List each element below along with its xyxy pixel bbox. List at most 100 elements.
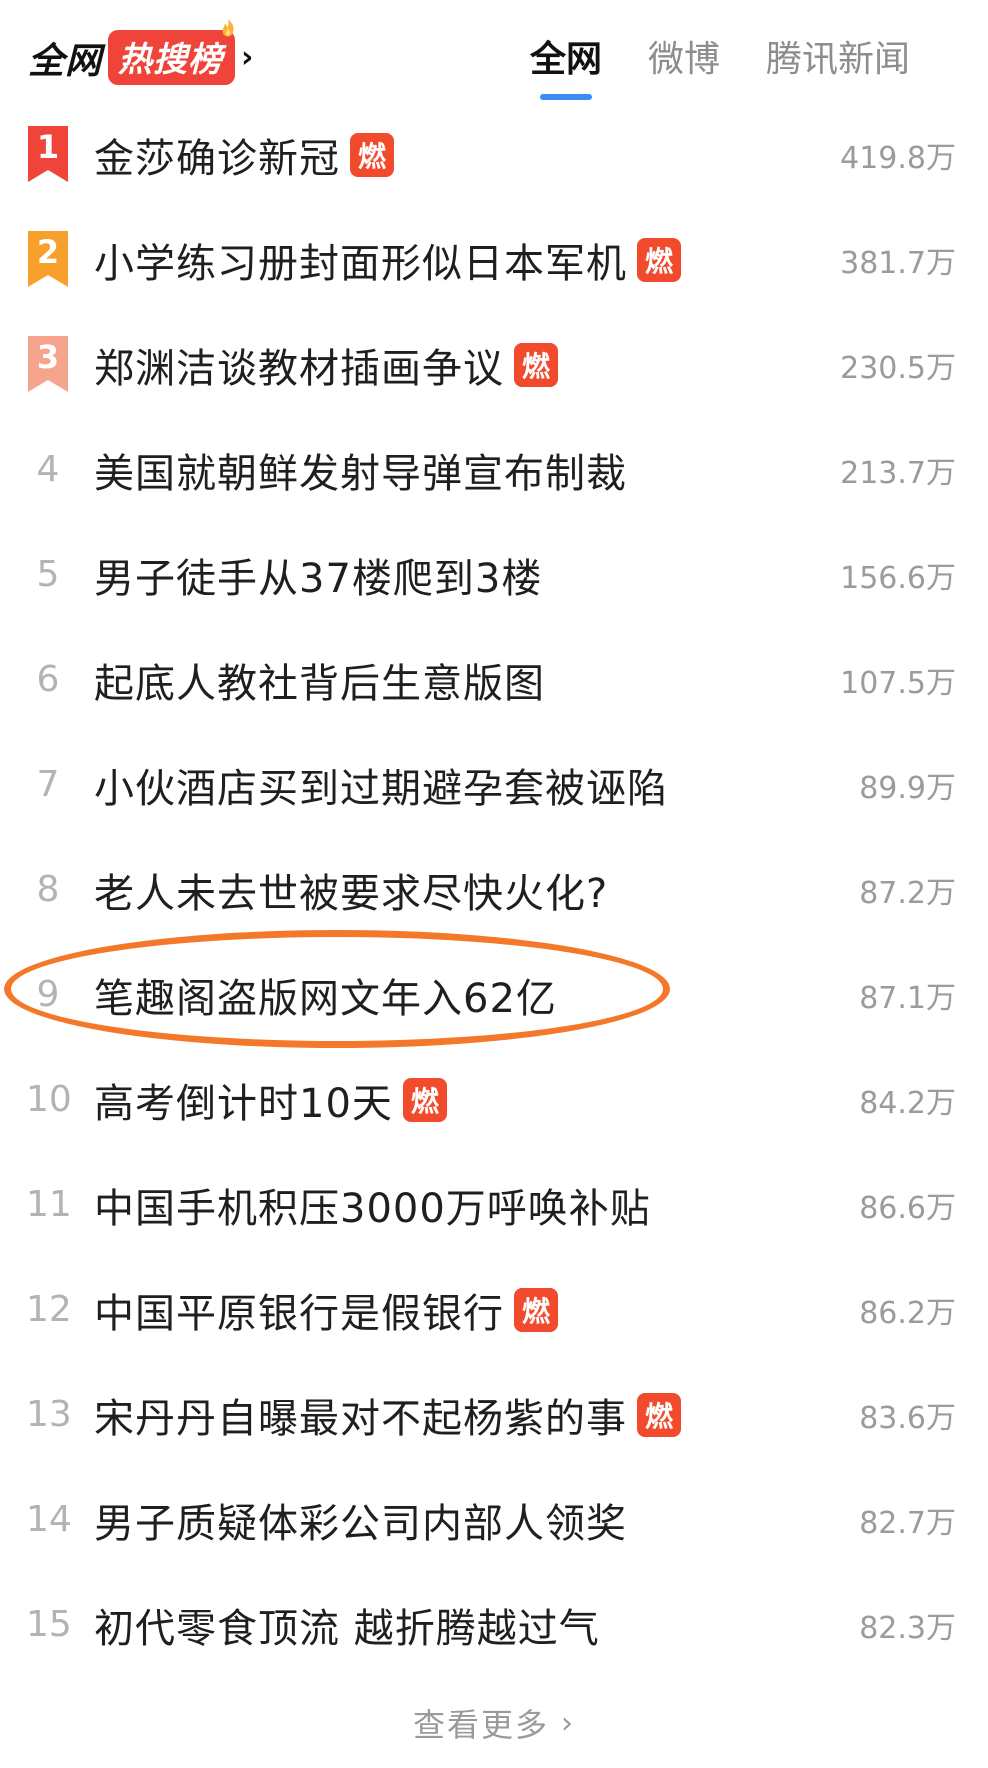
rank-number: 7	[36, 764, 60, 805]
hot-item-row[interactable]: 5 男子徒手从37楼爬到3楼 156.6万	[0, 522, 988, 627]
hot-item-title[interactable]: 美国就朝鲜发射导弹宣布制裁	[94, 441, 627, 499]
hot-item-title[interactable]: 起底人教社背后生意版图	[94, 651, 545, 709]
hot-search-list: 1 金莎确诊新冠燃 419.8万 2 小学练习册封面形似日本军机燃 381.7万 3 郑渊洁谈…	[0, 102, 988, 1677]
heat-count: 381.7万	[840, 245, 956, 281]
hot-item-title-wrap: 小伙酒店买到过期避孕套被诬陷	[94, 756, 668, 814]
tab-label: 腾讯新闻	[766, 39, 911, 80]
hot-item-title[interactable]: 男子徒手从37楼爬到3楼	[94, 546, 542, 604]
hot-item-title-wrap: 男子质疑体彩公司内部人领奖	[94, 1491, 627, 1549]
brand-link[interactable]: 全网 热搜榜 ›	[28, 18, 254, 85]
rank-number: 8	[36, 869, 60, 910]
view-more-label: 查看更多	[412, 1706, 549, 1744]
rank-number: 13	[26, 1394, 72, 1435]
hot-badge: 燃	[637, 1392, 681, 1437]
hot-item-title-wrap: 中国平原银行是假银行燃	[94, 1281, 558, 1339]
hot-item-title-wrap: 金莎确诊新冠燃	[94, 126, 394, 184]
hot-item-row[interactable]: 12 中国平原银行是假银行燃 86.2万	[0, 1257, 988, 1362]
active-tab-indicator	[540, 94, 592, 100]
rank-badge: 1	[28, 126, 68, 182]
hot-item-row[interactable]: 1 金莎确诊新冠燃 419.8万	[0, 102, 988, 207]
hot-item-title[interactable]: 男子质疑体彩公司内部人领奖	[94, 1491, 627, 1549]
hot-item-title-wrap: 笔趣阁盗版网文年入62亿	[94, 966, 557, 1024]
rank-number: 11	[26, 1184, 72, 1225]
hot-item-title-wrap: 美国就朝鲜发射导弹宣布制裁	[94, 441, 627, 499]
hot-item-title-wrap: 起底人教社背后生意版图	[94, 651, 545, 709]
header: 全网 热搜榜 › 全网 微博 腾讯新闻	[0, 0, 988, 100]
rank-number: 3	[36, 338, 60, 376]
hot-item-row[interactable]: 9 笔趣阁盗版网文年入62亿 87.1万	[0, 942, 988, 1047]
hot-item-title[interactable]: 高考倒计时10天	[94, 1071, 393, 1129]
hot-item-title[interactable]: 郑渊洁谈教材插画争议	[94, 336, 504, 394]
rank-badge: 3	[28, 336, 68, 392]
tab-label: 微博	[648, 39, 721, 80]
hot-item-title-wrap: 男子徒手从37楼爬到3楼	[94, 546, 542, 604]
hot-badge: 燃	[514, 1287, 558, 1332]
hot-item-title-wrap: 小学练习册封面形似日本军机燃	[94, 231, 681, 289]
flame-icon	[222, 18, 234, 37]
rank-number: 9	[36, 974, 60, 1015]
hot-item-title[interactable]: 宋丹丹自曝最对不起杨紫的事	[94, 1386, 627, 1444]
hot-item-title[interactable]: 笔趣阁盗版网文年入62亿	[94, 966, 557, 1024]
hot-item-title[interactable]: 中国平原银行是假银行	[94, 1281, 504, 1339]
footer: 查看更多 ›	[0, 1700, 988, 1746]
hot-item-title-wrap: 初代零食顶流 越折腾越过气	[94, 1596, 600, 1654]
hot-item-row[interactable]: 6 起底人教社背后生意版图 107.5万	[0, 627, 988, 732]
brand-prefix: 全网	[28, 40, 103, 82]
heat-count: 83.6万	[859, 1400, 956, 1436]
hot-item-title[interactable]: 中国手机积压3000万呼唤补贴	[94, 1176, 651, 1234]
brand-highlight-text: 热搜榜	[118, 40, 224, 80]
rank-number: 1	[36, 128, 60, 166]
hot-item-row[interactable]: 3 郑渊洁谈教材插画争议燃 230.5万	[0, 312, 988, 417]
heat-count: 86.6万	[859, 1190, 956, 1226]
hot-item-row[interactable]: 8 老人未去世被要求尽快火化? 87.2万	[0, 837, 988, 942]
tab-all-web[interactable]: 全网	[530, 30, 603, 100]
heat-count: 84.2万	[859, 1085, 956, 1121]
rank-number: 6	[36, 659, 60, 700]
heat-count: 87.1万	[859, 980, 956, 1016]
tab-weibo[interactable]: 微博	[648, 30, 720, 82]
brand-highlight: 热搜榜	[108, 18, 236, 85]
tab-tencent-news[interactable]: 腾讯新闻	[766, 30, 910, 82]
hot-item-title-wrap: 高考倒计时10天燃	[94, 1071, 447, 1129]
rank-badge: 2	[28, 231, 68, 287]
hot-item-row[interactable]: 11 中国手机积压3000万呼唤补贴 86.6万	[0, 1152, 988, 1257]
hot-badge: 燃	[402, 1077, 447, 1122]
hot-item-row[interactable]: 7 小伙酒店买到过期避孕套被诬陷 89.9万	[0, 732, 988, 837]
heat-count: 87.2万	[859, 875, 956, 911]
hot-item-row[interactable]: 15 初代零食顶流 越折腾越过气 82.3万	[0, 1572, 988, 1677]
hot-item-title-wrap: 郑渊洁谈教材插画争议燃	[94, 336, 558, 394]
hot-item-title[interactable]: 初代零食顶流 越折腾越过气	[94, 1596, 600, 1654]
hot-item-row[interactable]: 14 男子质疑体彩公司内部人领奖 82.7万	[0, 1467, 988, 1572]
hot-item-row[interactable]: 10 高考倒计时10天燃 84.2万	[0, 1047, 988, 1152]
tab-bar: 全网 微博 腾讯新闻	[530, 30, 956, 100]
rank-number: 15	[26, 1604, 72, 1645]
hot-item-title[interactable]: 金莎确诊新冠	[94, 126, 340, 184]
rank-number: 4	[36, 449, 60, 490]
hot-badge: 燃	[637, 237, 681, 282]
heat-count: 86.2万	[859, 1295, 956, 1331]
hot-item-title[interactable]: 小伙酒店买到过期避孕套被诬陷	[94, 756, 668, 814]
heat-count: 107.5万	[840, 665, 956, 701]
rank-number: 2	[36, 233, 60, 271]
view-more-button[interactable]: 查看更多 ›	[413, 1700, 575, 1746]
hot-item-title[interactable]: 老人未去世被要求尽快火化?	[94, 861, 608, 919]
rank-number: 5	[36, 554, 60, 595]
rank-number: 10	[26, 1079, 72, 1120]
heat-count: 419.8万	[840, 140, 956, 176]
heat-count: 82.3万	[859, 1610, 956, 1646]
hot-item-title[interactable]: 小学练习册封面形似日本军机	[94, 231, 627, 289]
rank-number: 12	[26, 1289, 72, 1330]
hot-item-row[interactable]: 13 宋丹丹自曝最对不起杨紫的事燃 83.6万	[0, 1362, 988, 1467]
tab-label: 全网	[530, 39, 603, 80]
heat-count: 213.7万	[840, 455, 956, 491]
hot-item-row[interactable]: 2 小学练习册封面形似日本军机燃 381.7万	[0, 207, 988, 312]
heat-count: 89.9万	[859, 770, 956, 806]
hot-item-title-wrap: 中国手机积压3000万呼唤补贴	[94, 1176, 651, 1234]
hot-badge: 燃	[514, 342, 558, 387]
heat-count: 230.5万	[840, 350, 956, 386]
heat-count: 156.6万	[840, 560, 956, 596]
hot-item-title-wrap: 老人未去世被要求尽快火化?	[94, 861, 608, 919]
chevron-right-icon: ›	[241, 39, 254, 75]
chevron-right-icon: ›	[561, 1705, 575, 1741]
hot-item-row[interactable]: 4 美国就朝鲜发射导弹宣布制裁 213.7万	[0, 417, 988, 522]
